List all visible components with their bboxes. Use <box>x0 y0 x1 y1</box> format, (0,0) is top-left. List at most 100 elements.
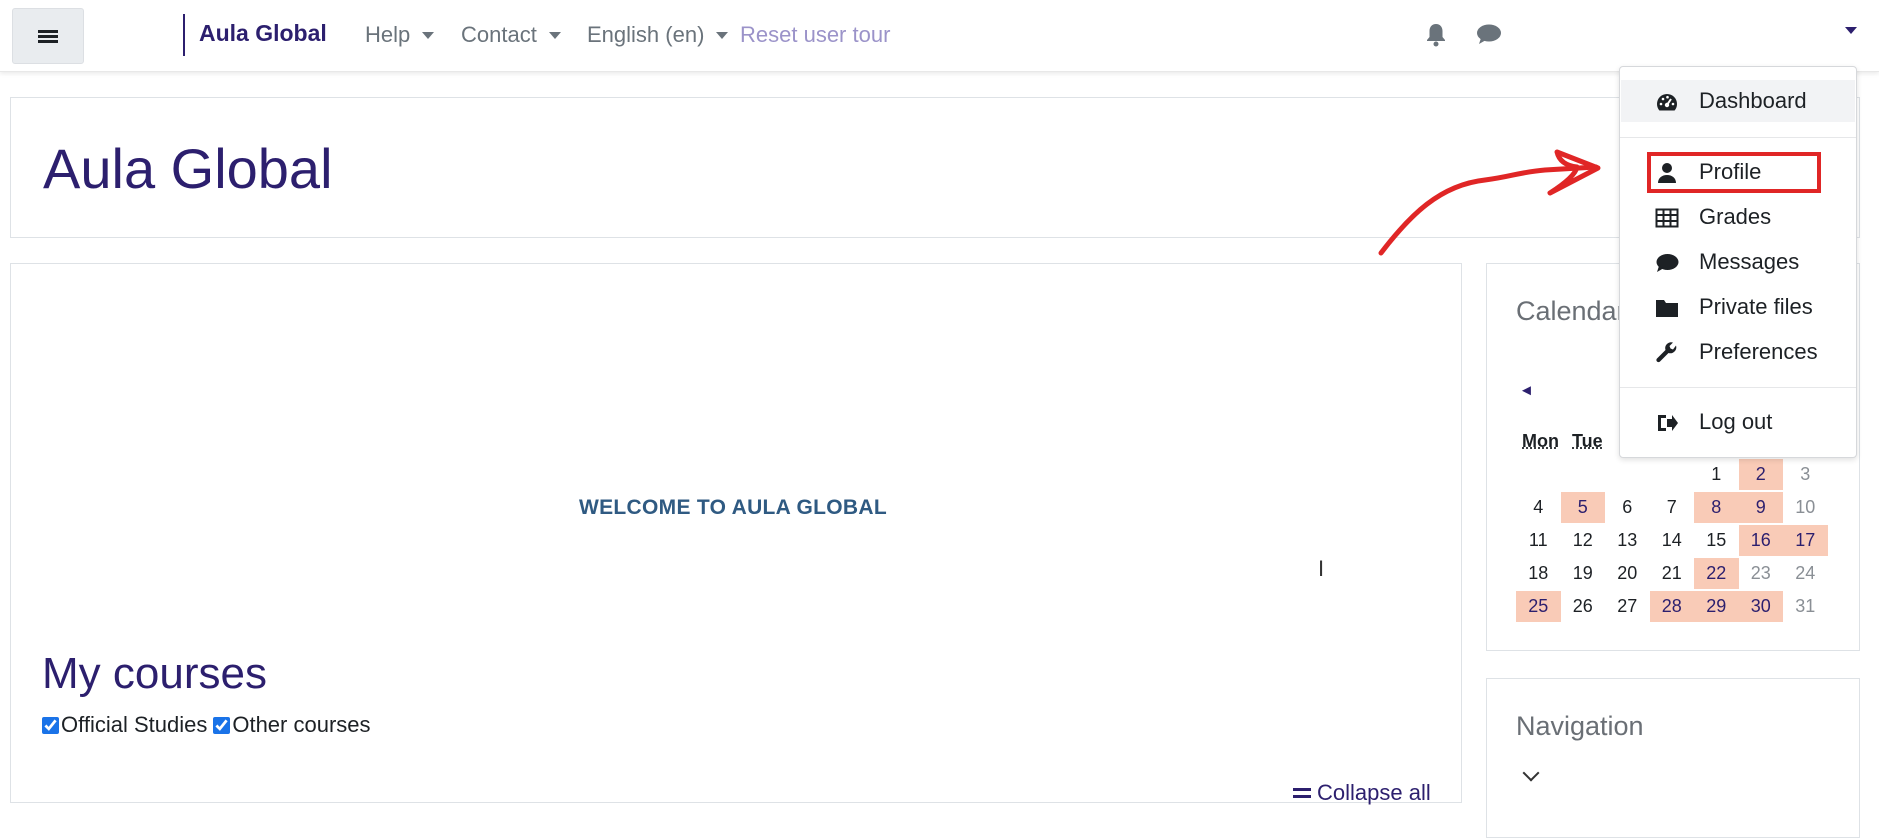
reset-user-tour-label: Reset user tour <box>740 22 891 47</box>
chat-icon[interactable] <box>1476 22 1502 51</box>
wrench-icon <box>1656 342 1677 363</box>
calendar-day: 10 <box>1795 497 1816 517</box>
calendar-day: 23 <box>1750 563 1771 583</box>
calendar-day: 19 <box>1572 563 1593 583</box>
menu-item-grades[interactable]: Grades <box>1621 196 1855 238</box>
calendar-day[interactable]: 5 <box>1560 492 1605 523</box>
menu-item-messages[interactable]: Messages <box>1621 241 1855 283</box>
calendar-empty-day <box>1605 459 1650 490</box>
calendar-day: 4 <box>1533 497 1544 517</box>
calendar-day: 31 <box>1795 596 1816 616</box>
brand-separator <box>183 14 185 56</box>
calendar-day[interactable]: 16 <box>1738 525 1783 556</box>
calendar-day[interactable]: 28 <box>1649 591 1694 622</box>
menu-item-label: Preferences <box>1699 339 1818 364</box>
menu-item-dashboard[interactable]: Dashboard <box>1621 80 1855 122</box>
calendar-day: 13 <box>1617 530 1638 550</box>
menu-item-logout[interactable]: Log out <box>1621 401 1855 443</box>
collapse-all-link[interactable]: Collapse all <box>1293 780 1431 806</box>
top-navbar: Aula Global Help Contact English ‎(en)‎ … <box>0 0 1879 72</box>
filter-official-studies[interactable]: Official Studies <box>42 712 207 738</box>
menu-item-label: Messages <box>1699 249 1800 274</box>
calendar-title: Calendar <box>1516 296 1626 326</box>
brand-link[interactable]: Aula Global <box>199 20 327 47</box>
user-menu-caret-icon[interactable] <box>1845 27 1857 34</box>
calendar-day[interactable]: 9 <box>1738 492 1783 523</box>
calendar-day: 26 <box>1572 596 1593 616</box>
calendar-day: 11 <box>1528 530 1548 550</box>
page-title: Aula Global <box>43 137 333 200</box>
dashboard-icon <box>1657 94 1677 111</box>
calendar-day: 1 <box>1711 464 1722 484</box>
profile-highlight-box <box>1647 152 1821 193</box>
page-header: Aula Global <box>10 97 1860 238</box>
navigation-title: Navigation <box>1516 711 1644 741</box>
calendar-week-row: 25 26 27 28 29 30 31 <box>1516 591 1828 624</box>
calendar-day: 18 <box>1528 563 1549 583</box>
hamburger-menu-button[interactable] <box>12 8 84 64</box>
text-cursor-mark: I <box>1318 556 1325 581</box>
calendar-week-row: 11 12 13 14 15 16 17 <box>1516 525 1828 558</box>
help-menu[interactable]: Help <box>365 22 435 48</box>
course-filters: Official Studies Other courses <box>42 712 377 738</box>
calendar-day-header: Mon <box>1522 431 1559 451</box>
calendar-empty-day <box>1650 459 1695 490</box>
menu-item-preferences[interactable]: Preferences <box>1621 331 1855 373</box>
calendar-day: 7 <box>1666 497 1677 517</box>
welcome-heading: WELCOME TO AULA GLOBAL <box>579 496 887 519</box>
official-studies-label: Official Studies <box>61 712 208 737</box>
menu-item-label: Dashboard <box>1699 88 1807 113</box>
other-courses-checkbox[interactable] <box>213 716 231 734</box>
calendar-day: 21 <box>1661 563 1682 583</box>
table-icon <box>1655 208 1679 228</box>
folder-icon <box>1656 300 1678 317</box>
menu-divider <box>1620 137 1856 138</box>
calendar-grid: 1 2 3 4 5 6 7 8 9 10 11 12 13 14 15 16 17 18 19 20 21 22 23 24 2… <box>1516 459 1828 624</box>
calendar-day[interactable]: 25 <box>1516 591 1561 622</box>
logout-icon <box>1658 415 1678 431</box>
user-menu-dropdown: Dashboard Profile Grades Messages Privat… <box>1619 66 1857 458</box>
bell-icon[interactable] <box>1425 22 1447 53</box>
official-studies-checkbox[interactable] <box>42 716 59 734</box>
calendar-day[interactable]: 22 <box>1694 558 1739 589</box>
calendar-day: 3 <box>1800 464 1811 484</box>
chevron-down-icon[interactable] <box>1522 764 1540 782</box>
hamburger-icon <box>38 28 58 45</box>
contact-menu[interactable]: Contact <box>461 22 561 48</box>
calendar-day: 14 <box>1661 530 1682 550</box>
calendar-day[interactable]: 8 <box>1694 492 1739 523</box>
filter-other-courses[interactable]: Other courses <box>213 712 371 738</box>
calendar-day[interactable]: 29 <box>1694 591 1739 622</box>
calendar-day: 12 <box>1572 530 1593 550</box>
calendar-day[interactable]: 17 <box>1783 525 1828 556</box>
caret-down-icon <box>548 31 561 39</box>
navigation-block: Navigation <box>1486 678 1860 838</box>
calendar-empty-day <box>1561 459 1606 490</box>
calendar-day[interactable]: 2 <box>1738 459 1783 490</box>
language-menu-label: English ‎(en)‎ <box>587 22 705 47</box>
collapse-all-label: Collapse all <box>1317 780 1431 805</box>
help-menu-label: Help <box>365 22 411 47</box>
other-courses-label: Other courses <box>232 712 371 737</box>
menu-divider <box>1620 387 1856 388</box>
menu-item-label: Private files <box>1699 294 1813 319</box>
main-content: WELCOME TO AULA GLOBAL I My courses Offi… <box>10 263 1462 806</box>
calendar-day: 24 <box>1795 563 1816 583</box>
chat-icon <box>1656 254 1679 272</box>
contact-menu-label: Contact <box>461 22 537 47</box>
menu-item-private-files[interactable]: Private files <box>1621 286 1855 328</box>
calendar-day[interactable]: 30 <box>1738 591 1783 622</box>
calendar-week-row: 4 5 6 7 8 9 10 <box>1516 492 1828 525</box>
calendar-prev-month-icon[interactable]: ◄ <box>1519 382 1534 399</box>
caret-down-icon <box>422 31 435 39</box>
menu-item-label: Log out <box>1699 409 1773 434</box>
calendar-day: 6 <box>1622 497 1633 517</box>
calendar-day: 20 <box>1617 563 1638 583</box>
reset-user-tour-link[interactable]: Reset user tour <box>740 22 890 48</box>
menu-item-label: Grades <box>1699 204 1772 229</box>
calendar-week-row: 123 <box>1516 459 1828 492</box>
calendar-empty-day <box>1516 459 1561 490</box>
language-menu[interactable]: English ‎(en)‎ <box>587 22 729 48</box>
calendar-day: 27 <box>1617 596 1638 616</box>
caret-down-icon <box>716 31 729 39</box>
